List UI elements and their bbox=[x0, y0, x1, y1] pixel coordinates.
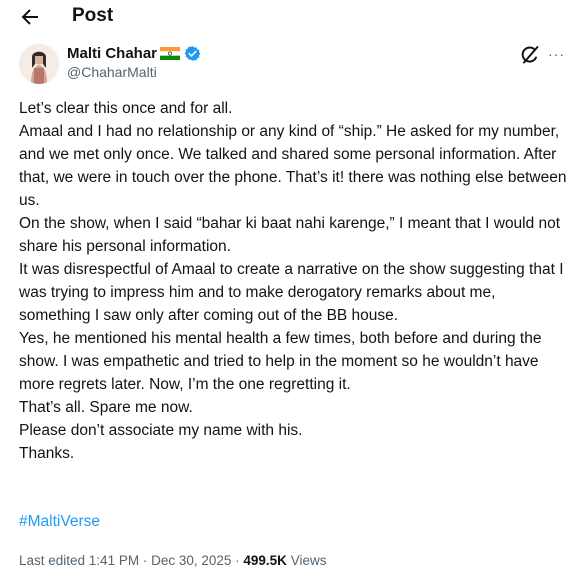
grok-button[interactable] bbox=[519, 44, 541, 66]
edited-timestamp[interactable]: Last edited 1:41 PM · Dec 30, 2025 · bbox=[19, 553, 243, 568]
avatar[interactable] bbox=[19, 44, 59, 84]
grok-icon bbox=[521, 46, 539, 64]
more-options-button[interactable]: ··· bbox=[548, 44, 568, 64]
arrow-left-icon bbox=[21, 9, 38, 25]
top-bar: Post bbox=[0, 0, 573, 34]
tweet-meta: Last edited 1:41 PM · Dec 30, 2025 · 499… bbox=[19, 553, 326, 568]
views-count: 499.5K bbox=[243, 553, 287, 568]
views-label: Views bbox=[286, 553, 327, 568]
author-name-row: Malti Chahar bbox=[67, 44, 201, 62]
back-button[interactable] bbox=[18, 5, 42, 29]
page-title: Post bbox=[72, 5, 114, 26]
author-name[interactable]: Malti Chahar bbox=[67, 45, 157, 62]
hashtag-link[interactable]: #MaltiVerse bbox=[19, 513, 100, 531]
india-flag-icon bbox=[160, 46, 181, 60]
author-handle[interactable]: @ChaharMalti bbox=[67, 64, 157, 80]
verified-badge-icon[interactable] bbox=[184, 45, 201, 62]
tweet-text: Let’s clear this once and for all. Amaal… bbox=[19, 100, 567, 462]
